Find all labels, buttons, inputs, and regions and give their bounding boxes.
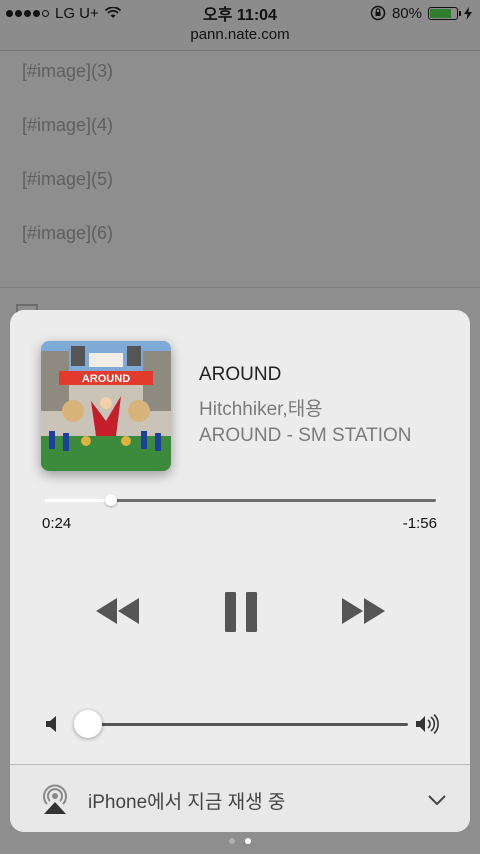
image-placeholder: [#image](6) <box>22 223 114 243</box>
image-placeholder: [#image](3) <box>22 61 114 81</box>
battery-icon <box>428 6 461 20</box>
clock: 오후 11:04 <box>203 7 277 24</box>
album-art[interactable]: AROUND <box>41 341 171 471</box>
page-dot[interactable] <box>229 838 235 844</box>
airplay-audio-icon <box>43 784 67 814</box>
progress-scrubber[interactable] <box>44 494 436 506</box>
page-indicator[interactable] <box>0 838 480 844</box>
audio-output-row[interactable]: iPhone에서 지금 재생 중 <box>10 764 470 832</box>
now-playing-card: AROUND AROUND Hitchhiker,태용 AROUND - SM … <box>10 310 470 832</box>
album-art-logo: AROUND <box>82 373 130 385</box>
track-title: AROUND <box>199 364 282 385</box>
progress-knob[interactable] <box>104 494 117 506</box>
fast-forward-icon <box>342 598 385 624</box>
remaining-time: -1:56 <box>402 515 437 532</box>
volume-knob[interactable] <box>74 710 102 738</box>
album-art-image: AROUND <box>41 341 171 471</box>
fast-forward-button[interactable] <box>341 598 385 629</box>
audio-output-label: iPhone에서 지금 재생 중 <box>88 792 286 813</box>
progress-fill <box>44 499 111 502</box>
track-album: AROUND - SM STATION <box>199 425 412 446</box>
image-placeholder: [#image](5) <box>22 169 114 189</box>
page-dot-active[interactable] <box>245 838 251 844</box>
pause-icon <box>225 592 257 632</box>
elapsed-time: 0:24 <box>42 515 72 532</box>
pause-button[interactable] <box>225 592 257 637</box>
track-artist: Hitchhiker,태용 <box>199 399 323 420</box>
rewind-icon <box>96 598 139 624</box>
image-placeholder: [#image](4) <box>22 115 114 135</box>
volume-min-icon <box>46 716 56 732</box>
rewind-button[interactable] <box>96 598 140 629</box>
chevron-down-icon[interactable] <box>428 795 446 805</box>
volume-slider[interactable] <box>88 723 408 726</box>
status-bar: LG U+ 오후 11:04 80% <box>0 0 480 26</box>
volume-max-icon <box>416 714 439 734</box>
browser-url[interactable]: pann.nate.com <box>0 26 480 51</box>
divider <box>0 287 480 288</box>
